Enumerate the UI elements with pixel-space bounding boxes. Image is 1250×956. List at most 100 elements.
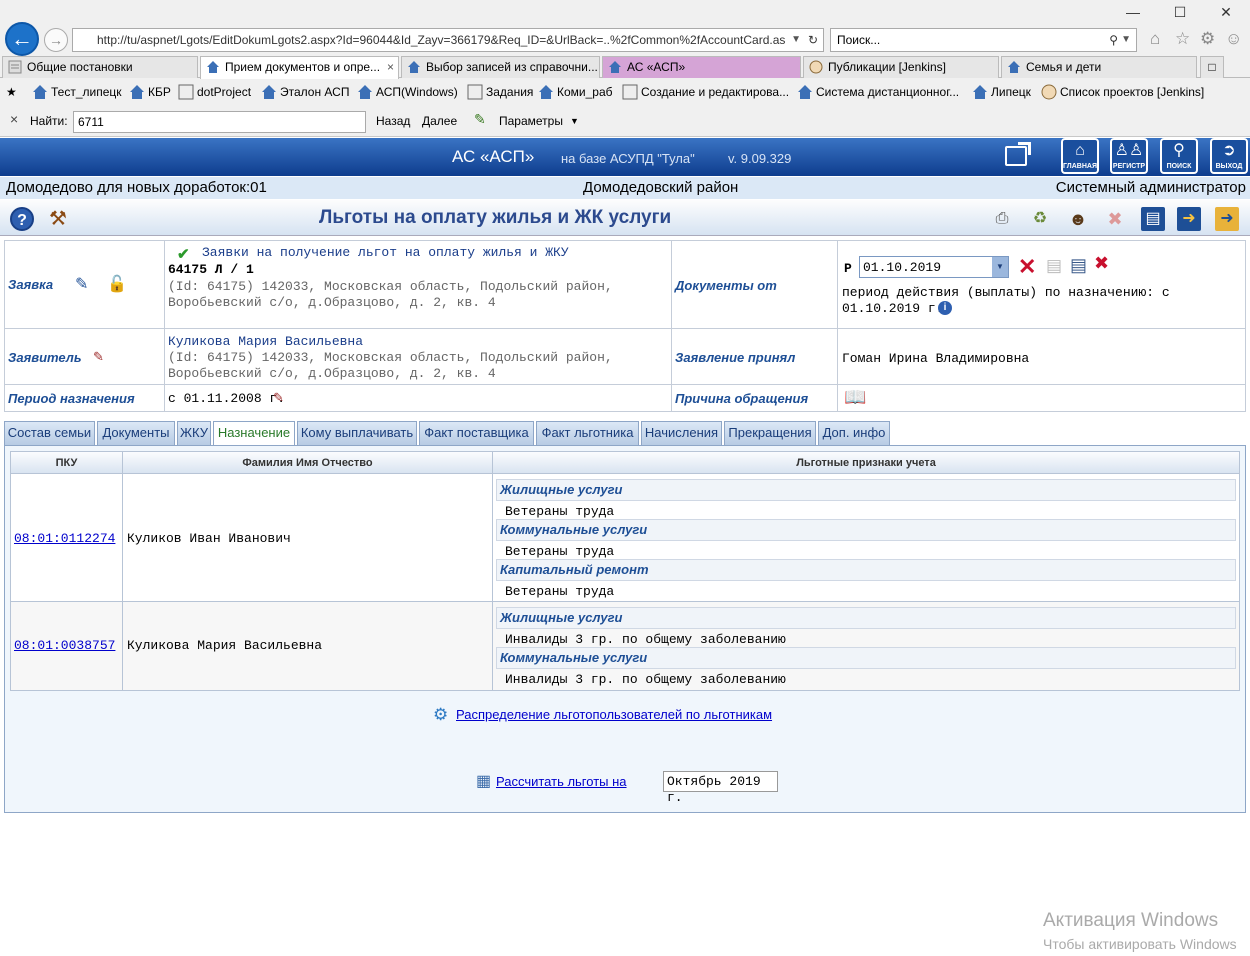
distribution-link[interactable]: Распределение льготопользователей по льг…: [456, 707, 772, 722]
new-tab-button[interactable]: □: [1200, 56, 1224, 78]
browser-tab-active[interactable]: Прием документов и опре... ×: [200, 56, 399, 79]
tab-accruals[interactable]: Начисления: [641, 421, 722, 445]
find-input[interactable]: 6711: [73, 111, 366, 133]
print-icon[interactable]: ⎙: [990, 207, 1014, 231]
find-next-button[interactable]: Далее: [422, 114, 457, 128]
favorites-star-icon[interactable]: ☆: [1175, 29, 1190, 49]
tab-family[interactable]: Состав семьи: [4, 421, 95, 445]
calc-month-field[interactable]: Октябрь 2019 г.: [663, 771, 778, 805]
site-icon: [358, 85, 372, 99]
maximize-button[interactable]: ☐: [1165, 4, 1195, 21]
search-icon[interactable]: ⚲: [1109, 29, 1118, 51]
site-icon: [130, 85, 144, 99]
favorite-link[interactable]: Задания: [467, 84, 533, 100]
home-icon[interactable]: ⌂: [1150, 29, 1160, 49]
calculate-link[interactable]: Рассчитать льготы на: [496, 774, 627, 789]
unlock-icon[interactable]: 🔓: [107, 274, 127, 294]
address-dropdown-icon[interactable]: ▼: [791, 29, 801, 51]
document-icon[interactable]: ▤: [1070, 255, 1087, 276]
favorite-link[interactable]: Коми_раб: [538, 84, 613, 100]
browser-tab[interactable]: Публикации [Jenkins]: [803, 56, 999, 78]
browser-tab-label: Семья и дети: [1026, 60, 1102, 74]
open-external-icon[interactable]: [1005, 142, 1031, 166]
browser-tab[interactable]: АС «АСП»: [602, 56, 801, 78]
tab-payee[interactable]: Кому выплачивать: [297, 421, 417, 445]
edit-applicant-icon[interactable]: ✎: [93, 349, 104, 365]
refresh-icon[interactable]: ↻: [808, 29, 818, 51]
browser-tab[interactable]: Выбор записей из справочни...: [401, 56, 600, 78]
favorites-star-icon[interactable]: ★: [6, 84, 17, 100]
request-label: Заявка: [8, 277, 54, 292]
find-params-button[interactable]: Параметры: [499, 114, 563, 128]
browser-tab-label: Общие постановки: [27, 60, 133, 74]
find-back-button[interactable]: Назад: [376, 114, 410, 128]
pku-link[interactable]: 08:01:0112274: [14, 531, 115, 546]
help-icon[interactable]: ?: [10, 207, 34, 231]
favorite-link[interactable]: Тест_липецк: [32, 84, 122, 100]
district-name: Домодедовский район: [583, 179, 739, 196]
exit-door-icon[interactable]: ➜: [1215, 207, 1239, 231]
tab-extra-info[interactable]: Доп. инфо: [818, 421, 890, 445]
browser-search-input[interactable]: Поиск... ⚲ ▼: [830, 28, 1137, 52]
params-dropdown-icon[interactable]: ▼: [570, 116, 579, 126]
search-dropdown-icon[interactable]: ▼: [1121, 29, 1131, 51]
page-icon: [622, 84, 638, 100]
tab-zhku[interactable]: ЖКУ: [177, 421, 211, 445]
favorite-link[interactable]: Эталон АСП: [261, 84, 349, 100]
hammer-icon[interactable]: ⚒: [46, 207, 70, 231]
clear-date-icon[interactable]: ✕: [1018, 254, 1036, 280]
book-search-icon[interactable]: 📖: [844, 387, 866, 408]
favorite-link[interactable]: Липецк: [972, 84, 1031, 100]
minimize-button[interactable]: —: [1118, 4, 1148, 20]
table-row-pku-cell: 08:01:0038757: [11, 602, 123, 690]
delete-document-icon[interactable]: ✖: [1094, 253, 1109, 274]
smiley-icon[interactable]: ☺: [1225, 29, 1242, 49]
nav-home-button[interactable]: ⌂ ГЛАВНАЯ: [1061, 138, 1099, 174]
forward-button[interactable]: →: [44, 28, 68, 52]
close-window-button[interactable]: ✕: [1211, 4, 1241, 21]
address-bar[interactable]: http://tu/aspnet/Lgots/EditDokumLgots2.a…: [72, 28, 824, 52]
pku-link[interactable]: 08:01:0038757: [14, 638, 115, 653]
app-version: v. 9.09.329: [728, 151, 792, 166]
favorite-link[interactable]: КБР: [129, 84, 171, 100]
docs-from-date-input[interactable]: 01.10.2019 ▼: [859, 256, 1009, 278]
favorite-label: КБР: [148, 85, 171, 99]
person-icon[interactable]: ☻: [1066, 207, 1090, 231]
applicant-address-2: Воробьевский с/о, д.Образцово, д. 2, кв.…: [168, 366, 496, 381]
save-exit-icon[interactable]: ➜: [1177, 207, 1201, 231]
nav-search-button[interactable]: ⚲ ПОИСК: [1160, 138, 1198, 174]
tab-documents[interactable]: Документы: [97, 421, 175, 445]
close-tab-icon[interactable]: ×: [387, 57, 394, 77]
favorite-link[interactable]: АСП(Windows): [357, 84, 458, 100]
tab-supplier-fact[interactable]: Факт поставщика: [419, 421, 534, 445]
nav-registry-button[interactable]: ♙♙ РЕГИСТР: [1110, 138, 1148, 174]
favorite-link[interactable]: Система дистанционног...: [797, 84, 959, 100]
favorite-link[interactable]: Список проектов [Jenkins]: [1041, 84, 1204, 100]
site-icon: [1008, 61, 1020, 73]
browser-tab[interactable]: Семья и дети: [1001, 56, 1197, 78]
site-icon: [262, 85, 276, 99]
date-dropdown-icon[interactable]: ▼: [992, 257, 1008, 277]
tab-assignment[interactable]: Назначение: [213, 421, 295, 446]
favorite-link[interactable]: Создание и редактирова...: [622, 84, 789, 100]
favorite-link[interactable]: dotProject: [178, 84, 251, 100]
page-title-bar: ? ⚒ Льготы на оплату жилья и ЖК услуги ⎙…: [0, 200, 1250, 236]
calculator-icon: ▦: [476, 773, 492, 790]
fio-text: Куликов Иван Иванович: [127, 531, 291, 546]
refresh-doc-icon[interactable]: ♻: [1028, 207, 1052, 231]
nav-exit-button[interactable]: ➲ ВЫХОД: [1210, 138, 1248, 174]
browser-tab-strip: Общие постановки Прием документов и опре…: [0, 56, 1250, 79]
edit-request-icon[interactable]: ✎: [75, 274, 88, 294]
tab-terminations[interactable]: Прекращения: [724, 421, 816, 445]
column-header: Льготные признаки учета: [493, 452, 1239, 474]
browser-tab[interactable]: Общие постановки: [2, 56, 198, 78]
close-find-icon[interactable]: ×: [10, 111, 18, 127]
gear-icon[interactable]: ⚙: [1200, 29, 1215, 49]
table-row-fio-cell: Куликова Мария Васильевна: [123, 602, 493, 690]
info-icon[interactable]: i: [938, 301, 952, 315]
context-info-bar: Домодедово для новых доработок:01 Домоде…: [0, 177, 1250, 199]
tab-beneficiary-fact[interactable]: Факт льготника: [536, 421, 639, 445]
edit-period-icon[interactable]: ✎: [273, 390, 284, 406]
save-icon[interactable]: ▤: [1141, 207, 1165, 231]
back-button[interactable]: ←: [5, 22, 39, 56]
